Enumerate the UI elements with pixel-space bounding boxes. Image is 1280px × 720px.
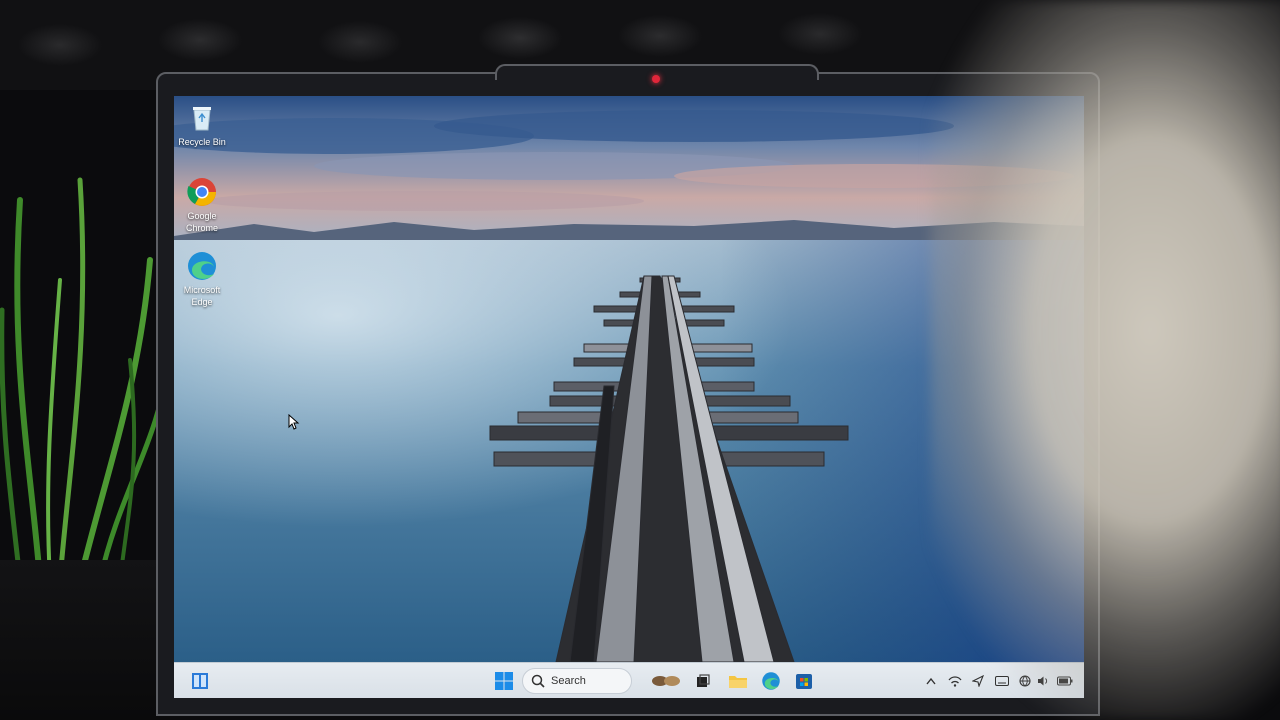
search-placeholder: Search [551, 675, 586, 687]
desktop-icon-label: Recycle Bin [178, 137, 226, 147]
keyboard-tray-button[interactable] [994, 672, 1010, 690]
wifi-icon [1019, 675, 1031, 687]
copilot-button[interactable] [648, 669, 684, 693]
network-tray-button[interactable] [946, 672, 964, 690]
chevron-up-icon [926, 677, 936, 685]
desktop-icon-label: Google Chrome [185, 211, 218, 233]
camera-indicator-light [652, 75, 660, 83]
edge-icon [762, 672, 780, 690]
wifi-tray-button[interactable] [1018, 672, 1032, 690]
plant-decoration [0, 177, 170, 580]
search-icon [531, 674, 545, 688]
send-icon [972, 675, 984, 687]
start-button[interactable] [492, 669, 516, 693]
desktop-wallpaper[interactable] [174, 96, 1084, 662]
show-hidden-icons-button[interactable] [924, 672, 938, 690]
chrome-icon [187, 178, 216, 206]
send-tray-button[interactable] [970, 672, 986, 690]
widgets-button[interactable] [188, 669, 212, 693]
widgets-icon [192, 673, 208, 689]
file-explorer-button[interactable] [726, 669, 750, 693]
store-icon [796, 674, 812, 689]
battery-icon [1057, 676, 1073, 686]
start-icon [495, 672, 513, 690]
copilot-icon [652, 676, 680, 686]
store-button[interactable] [792, 669, 816, 693]
mouse-cursor-icon [288, 414, 300, 430]
taskbar: Search [174, 662, 1084, 698]
taskbar-search-box[interactable]: Search [522, 668, 632, 694]
keyboard-icon [995, 676, 1009, 686]
network-icon [948, 676, 962, 687]
plant-pot [0, 560, 170, 720]
desktop-icon-google-chrome[interactable]: Google Chrome [174, 176, 232, 234]
desktop-icon-recycle-bin[interactable]: Recycle Bin [174, 102, 232, 148]
volume-tray-button[interactable] [1036, 672, 1050, 690]
edge-taskbar-button[interactable] [759, 669, 783, 693]
desktop-icon-label: Microsoft Edge [183, 285, 221, 307]
battery-tray-button[interactable] [1056, 672, 1074, 690]
edge-icon [188, 252, 216, 280]
volume-icon [1038, 676, 1048, 686]
recycle-bin-icon [193, 107, 211, 131]
task-view-icon [697, 674, 710, 687]
file-explorer-icon [729, 676, 747, 688]
task-view-button[interactable] [692, 669, 714, 693]
desktop-screen: Recycle Bin Google Chrome Microsoft Edge [174, 96, 1084, 698]
desktop-icon-microsoft-edge[interactable]: Microsoft Edge [174, 250, 232, 308]
